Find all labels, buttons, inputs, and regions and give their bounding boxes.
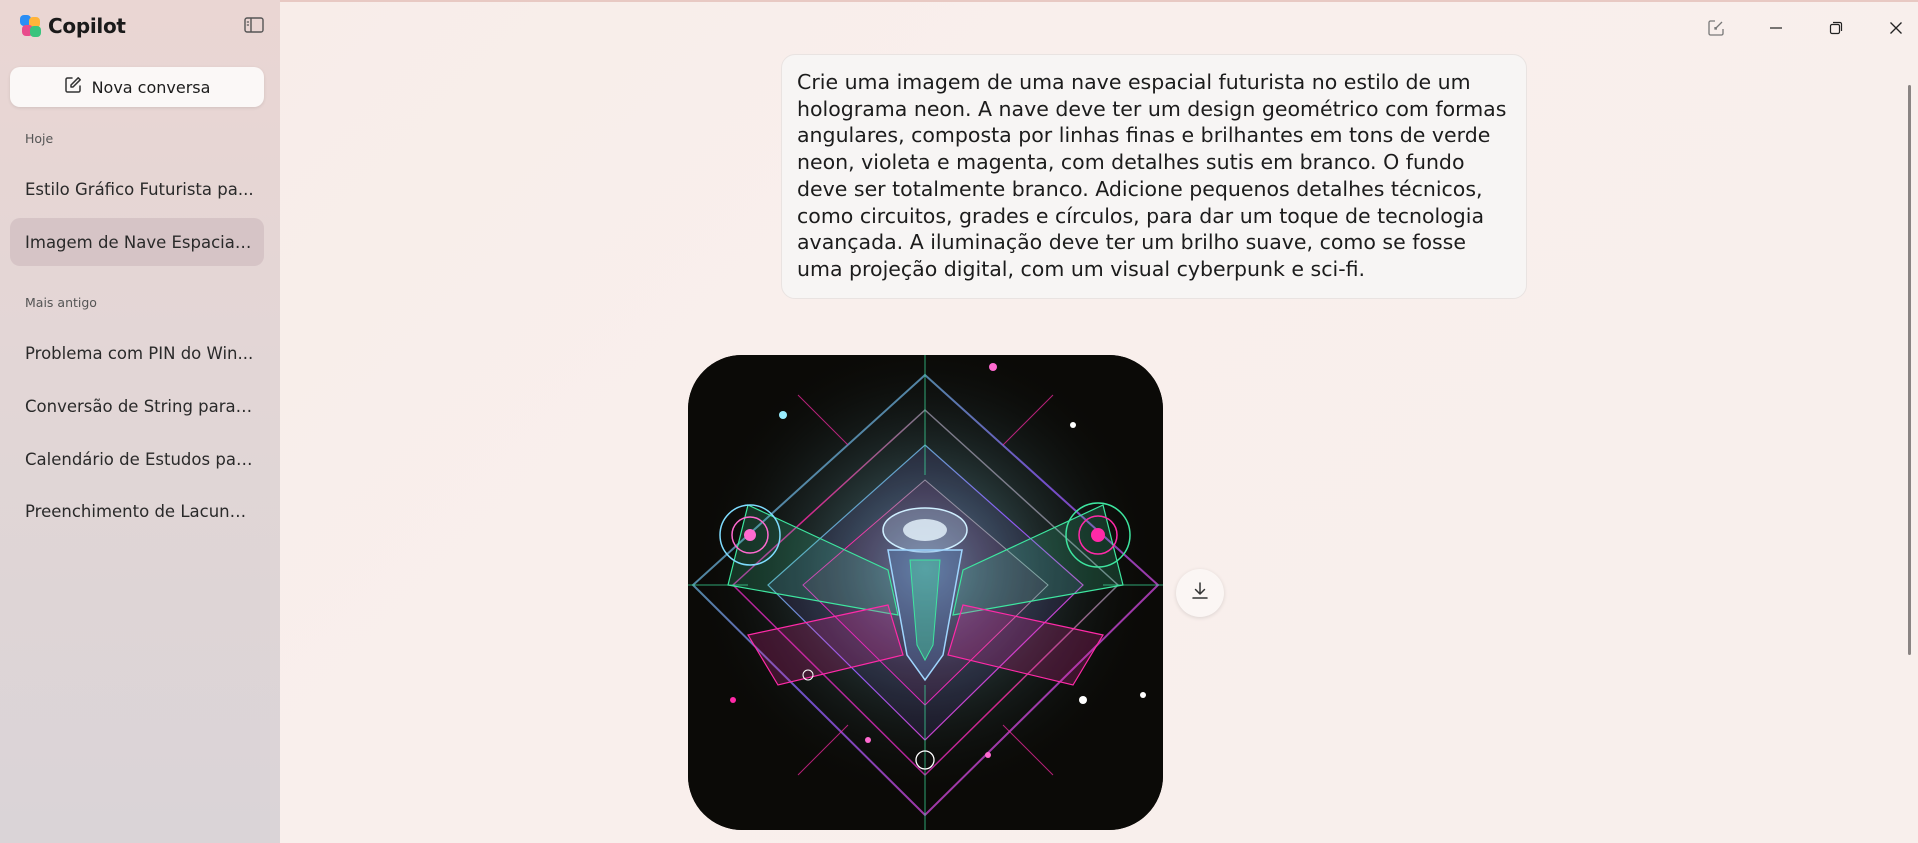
copilot-logo-icon <box>20 15 42 37</box>
sidebar: Copilot Nova conversa Hoje Estilo Gráfic… <box>0 0 280 843</box>
section-label-today: Hoje <box>25 131 54 146</box>
download-icon <box>1190 581 1210 605</box>
restore-icon[interactable] <box>1824 16 1848 40</box>
conversation-item[interactable]: Calendário de Estudos par... <box>10 435 264 483</box>
conversation-item[interactable]: Conversão de String para I... <box>10 382 264 430</box>
sidebar-toggle-icon[interactable] <box>244 17 264 33</box>
section-label-older: Mais antigo <box>25 295 97 310</box>
conversation-title: Conversão de String para I... <box>25 396 255 416</box>
conversation-title: Preenchimento de Lacuna... <box>25 501 255 521</box>
conversation-item-active[interactable]: Imagem de Nave Espacial... <box>10 218 264 266</box>
pop-out-icon[interactable] <box>1704 16 1728 40</box>
neon-spaceship-artwork <box>688 355 1163 830</box>
conversation-title: Estilo Gráfico Futurista pa... <box>25 179 254 199</box>
generated-image[interactable] <box>688 355 1163 830</box>
new-chat-button[interactable]: Nova conversa <box>10 67 264 107</box>
close-icon[interactable] <box>1884 16 1908 40</box>
conversation-item[interactable]: Estilo Gráfico Futurista pa... <box>10 165 264 213</box>
conversation-title: Calendário de Estudos par... <box>25 449 255 469</box>
download-button[interactable] <box>1176 569 1224 617</box>
new-chat-label: Nova conversa <box>91 77 211 97</box>
conversation-title: Problema com PIN do Win... <box>25 343 254 363</box>
brand: Copilot <box>20 12 126 40</box>
minimize-icon[interactable] <box>1764 16 1788 40</box>
user-message-text: Crie uma imagem de uma nave espacial fut… <box>797 70 1507 281</box>
conversation-title: Imagem de Nave Espacial... <box>25 232 255 252</box>
user-message: Crie uma imagem de uma nave espacial fut… <box>781 54 1527 299</box>
conversation-item[interactable]: Preenchimento de Lacuna... <box>10 487 264 535</box>
scrollbar[interactable] <box>1908 85 1911 655</box>
compose-icon <box>64 76 82 98</box>
app-name: Copilot <box>48 14 126 38</box>
conversation-item[interactable]: Problema com PIN do Win... <box>10 329 264 377</box>
